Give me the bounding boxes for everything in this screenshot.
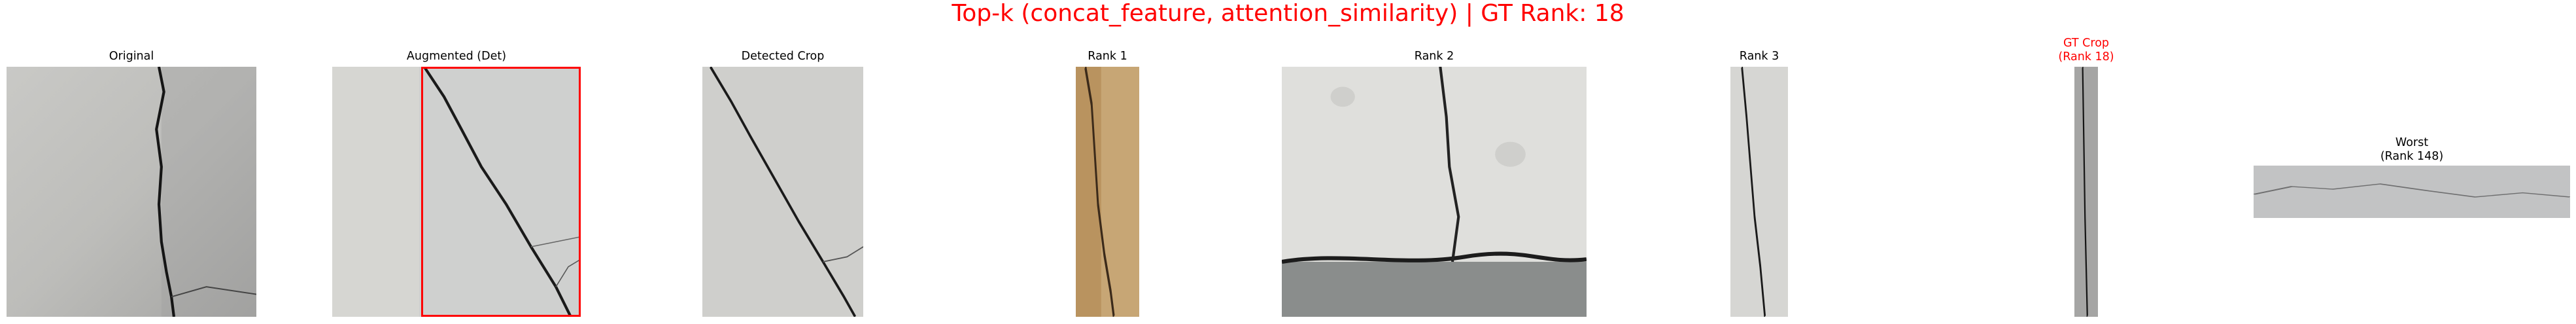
image-rank-1 xyxy=(1076,67,1139,317)
caption-gt-crop-line1: GT Crop xyxy=(2063,37,2110,50)
panel-rank-3: Rank 3 xyxy=(1730,50,1788,317)
caption-rank-2: Rank 2 xyxy=(1414,50,1454,63)
caption-original: Original xyxy=(109,50,154,63)
figure-title: Top-k (concat_feature, attention_similar… xyxy=(952,0,1624,27)
panel-original: Original xyxy=(7,50,256,317)
image-original xyxy=(7,67,256,317)
caption-worst-line2: (Rank 148) xyxy=(2380,150,2444,163)
caption-gt-crop-line2: (Rank 18) xyxy=(2058,50,2114,63)
caption-gt-crop: GT Crop (Rank 18) xyxy=(2058,37,2114,64)
image-detected-crop xyxy=(702,67,863,317)
panel-detected-crop: Detected Crop xyxy=(702,50,863,317)
image-gt-crop xyxy=(2074,67,2098,317)
panel-rank-2: Rank 2 xyxy=(1282,50,1587,317)
caption-augmented: Augmented (Det) xyxy=(406,50,507,63)
panel-rank-1: Rank 1 xyxy=(1059,50,1156,317)
caption-worst: Worst (Rank 148) xyxy=(2380,136,2443,164)
panel-worst: Worst (Rank 148) xyxy=(2254,136,2570,218)
image-worst xyxy=(2254,166,2570,218)
panel-gt-crop: GT Crop (Rank 18) xyxy=(2058,37,2114,317)
image-rank-3 xyxy=(1730,67,1788,317)
panel-augmented: Augmented (Det) xyxy=(332,50,581,317)
caption-rank-1: Rank 1 xyxy=(1088,50,1127,63)
caption-worst-line1: Worst xyxy=(2395,136,2429,149)
detection-box xyxy=(421,67,581,317)
image-rank-2 xyxy=(1282,67,1587,317)
caption-rank-3: Rank 3 xyxy=(1739,50,1779,63)
caption-detected-crop: Detected Crop xyxy=(741,50,825,63)
